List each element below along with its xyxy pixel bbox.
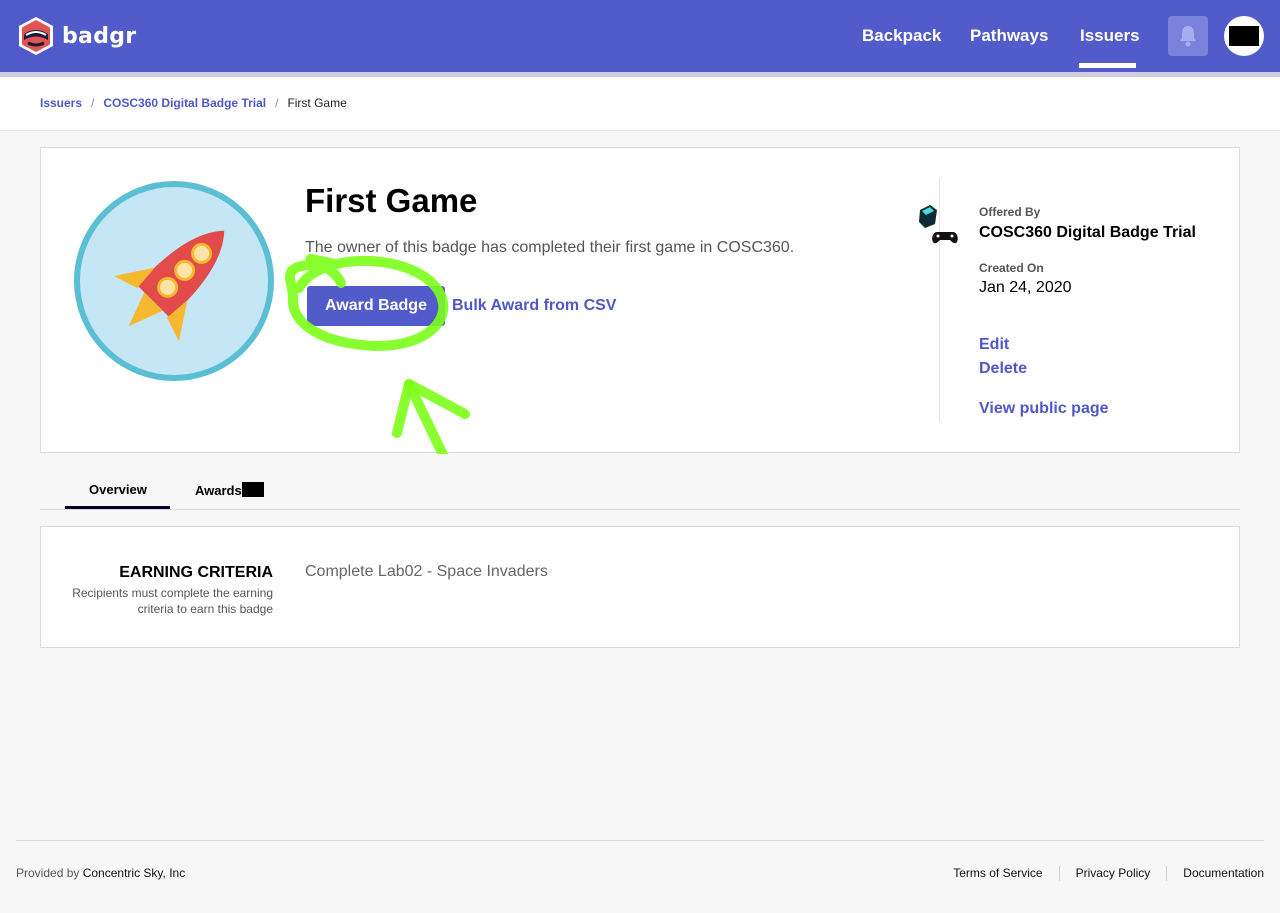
breadcrumb-issuers[interactable]: Issuers: [40, 96, 82, 110]
criteria-subtitle: Recipients must complete the earning cri…: [72, 586, 273, 616]
breadcrumb-current: First Game: [287, 96, 347, 110]
breadcrumb-separator: /: [91, 96, 95, 110]
offered-by-label: Offered By: [979, 205, 1041, 219]
badgr-logo-icon: [19, 17, 53, 55]
badge-title: First Game: [305, 182, 478, 219]
bulk-award-link[interactable]: Bulk Award from CSV: [452, 297, 616, 315]
provided-by-label: Provided by: [16, 866, 80, 880]
user-avatar[interactable]: [1224, 16, 1264, 56]
view-public-page-link[interactable]: View public page: [979, 400, 1109, 418]
company-link[interactable]: Concentric Sky, Inc: [83, 866, 185, 880]
breadcrumb-separator: /: [275, 96, 279, 110]
created-on-date: Jan 24, 2020: [979, 279, 1072, 296]
tab-active-indicator: [65, 506, 170, 509]
documentation-link[interactable]: Documentation: [1166, 866, 1264, 881]
notifications-button[interactable]: [1168, 16, 1208, 56]
nav-backpack[interactable]: Backpack: [862, 26, 941, 46]
terms-of-service-link[interactable]: Terms of Service: [937, 866, 1058, 881]
badge-description: The owner of this badge has completed th…: [305, 239, 795, 256]
avatar-redaction: [1229, 26, 1259, 46]
rocket-icon: [74, 181, 274, 381]
award-badge-button[interactable]: Award Badge: [307, 286, 445, 326]
tab-awards-label: Awards: [195, 483, 242, 498]
footer-provided-by: Provided by Concentric Sky, Inc: [16, 866, 185, 880]
earning-criteria-card: EARNING CRITERIA Recipients must complet…: [40, 526, 1240, 648]
breadcrumb-bar: Issuers / COSC360 Digital Badge Trial / …: [0, 77, 1280, 131]
footer-links: Terms of Service Privacy Policy Document…: [937, 866, 1264, 881]
tab-awards[interactable]: Awards: [195, 482, 264, 498]
nav-issuers[interactable]: Issuers: [1080, 26, 1140, 46]
awards-count-redaction: [241, 482, 264, 497]
app-name: badgr: [62, 23, 137, 49]
breadcrumb-issuer[interactable]: COSC360 Digital Badge Trial: [103, 96, 266, 110]
nav-active-indicator: [1079, 63, 1136, 68]
badgr-logo[interactable]: badgr: [16, 16, 136, 56]
edit-link[interactable]: Edit: [979, 336, 1009, 354]
delete-link[interactable]: Delete: [979, 360, 1027, 378]
footer-divider: [16, 840, 1264, 841]
nav-pathways[interactable]: Pathways: [970, 26, 1048, 46]
breadcrumb: Issuers / COSC360 Digital Badge Trial / …: [40, 96, 347, 110]
top-navbar: badgr Backpack Pathways Issuers: [0, 0, 1280, 72]
tab-overview[interactable]: Overview: [89, 482, 147, 497]
issuer-gamepad-icon: [919, 205, 958, 244]
criteria-text: Complete Lab02 - Space Invaders: [305, 563, 548, 580]
created-on-label: Created On: [979, 261, 1044, 275]
bell-icon: [1180, 26, 1196, 47]
privacy-policy-link[interactable]: Privacy Policy: [1058, 866, 1167, 881]
issuer-name[interactable]: COSC360 Digital Badge Trial: [979, 224, 1196, 242]
badge-detail-card: First Game The owner of this badge has c…: [40, 147, 1240, 454]
badge-tabs: Overview Awards: [40, 470, 1240, 510]
criteria-heading: EARNING CRITERIA: [119, 564, 273, 581]
